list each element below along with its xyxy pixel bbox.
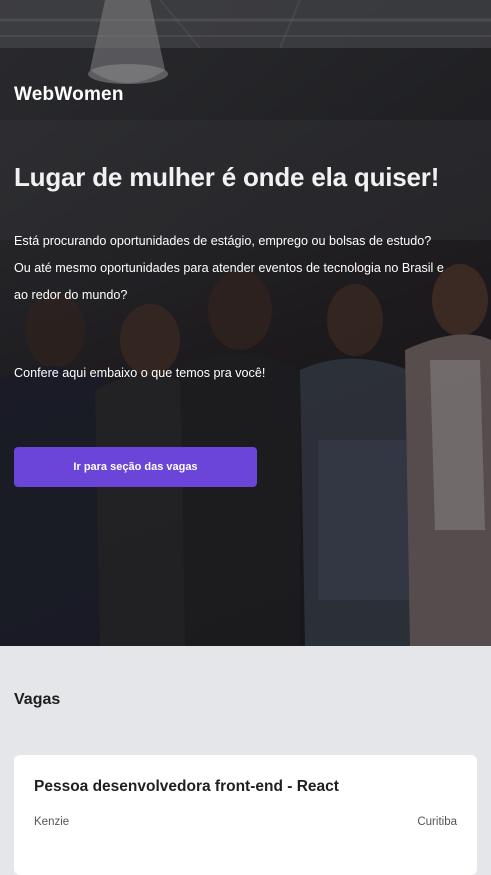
hero-lead-line: Está procurando oportunidades de estágio… bbox=[14, 234, 432, 248]
jobs-section: Vagas Pessoa desenvolvedora front-end - … bbox=[0, 646, 491, 875]
job-company: Kenzie bbox=[34, 816, 70, 828]
go-to-jobs-button[interactable]: Ir para seção das vagas bbox=[14, 447, 257, 487]
hero-lead-line: ao redor do mundo? bbox=[14, 288, 128, 302]
hero-cta-text: Confere aqui embaixo o que temos pra voc… bbox=[14, 366, 266, 380]
hero-section: WebWomen Lugar de mulher é onde ela quis… bbox=[0, 0, 491, 646]
job-card[interactable]: Pessoa desenvolvedora front-end - React … bbox=[14, 755, 477, 875]
hero-lead: Está procurando oportunidades de estágio… bbox=[14, 228, 476, 309]
job-title: Pessoa desenvolvedora front-end - React bbox=[34, 778, 339, 795]
jobs-section-title: Vagas bbox=[14, 691, 61, 708]
brand-logo[interactable]: WebWomen bbox=[14, 84, 124, 106]
job-city: Curitiba bbox=[417, 816, 457, 828]
hero-headline: Lugar de mulher é onde ela quiser! bbox=[14, 162, 440, 192]
hero-lead-line: Ou até mesmo oportunidades para atender … bbox=[14, 261, 444, 275]
